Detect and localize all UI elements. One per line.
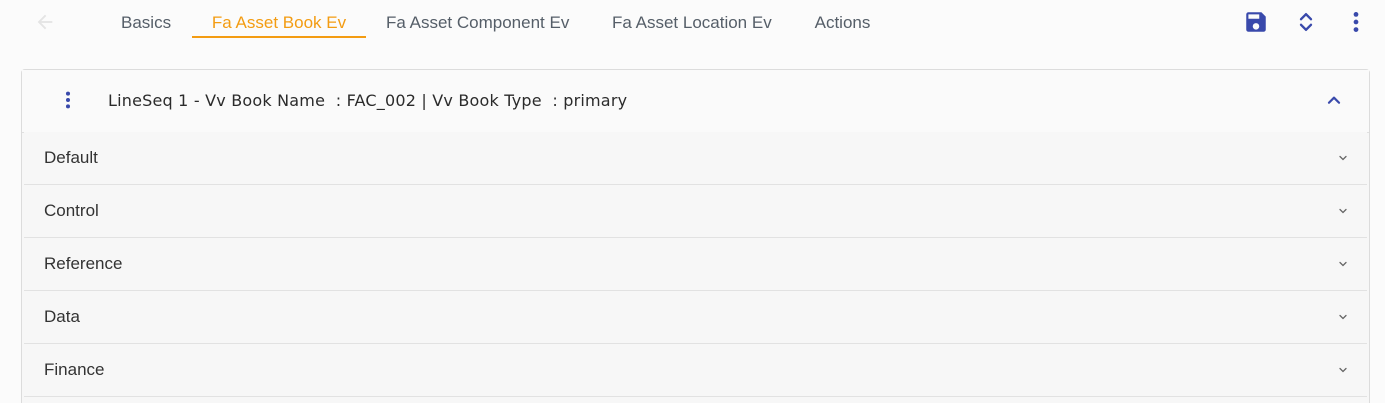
chevron-down-icon: [1337, 152, 1349, 164]
section-finance[interactable]: Finance: [24, 344, 1367, 397]
section-label: Data: [44, 307, 80, 326]
arrow-left-icon: [34, 11, 56, 38]
back-button[interactable]: [30, 11, 60, 37]
section-label: Default: [44, 148, 98, 167]
expand-collapse-button[interactable]: [1292, 10, 1320, 38]
save-button[interactable]: [1242, 10, 1270, 38]
more-vert-icon: [57, 89, 79, 116]
section-label: Reference: [44, 254, 123, 273]
more-options-button[interactable]: [1342, 10, 1370, 38]
page: Basics Fa Asset Book Ev Fa Asset Compone…: [0, 0, 1385, 403]
tab-actions[interactable]: Actions: [814, 0, 871, 40]
section-label: Finance: [44, 360, 105, 379]
unfold-icon: [1293, 9, 1319, 40]
chevron-down-icon: [1337, 258, 1349, 270]
section-data[interactable]: Data: [24, 291, 1367, 344]
section-label: Control: [44, 201, 99, 220]
tab-basics[interactable]: Basics: [121, 0, 171, 40]
card-title: LineSeq 1 - Vv Book Name : FAC_002 | Vv …: [108, 91, 628, 110]
section-reference[interactable]: Reference: [24, 238, 1367, 291]
chevron-down-icon: [1337, 311, 1349, 323]
chevron-down-icon: [1337, 364, 1349, 376]
tab-fa-asset-component-ev[interactable]: Fa Asset Component Ev: [386, 0, 569, 40]
chevron-down-icon: [1337, 205, 1349, 217]
tab-fa-asset-location-ev[interactable]: Fa Asset Location Ev: [612, 0, 772, 40]
collapse-card-button[interactable]: [1322, 90, 1346, 114]
tab-fa-asset-book-ev[interactable]: Fa Asset Book Ev: [192, 0, 366, 40]
section-list: Default Control Reference Data Finance: [24, 132, 1367, 397]
save-icon: [1243, 9, 1269, 40]
card-options-button[interactable]: [56, 90, 80, 114]
more-vert-icon: [1343, 9, 1369, 40]
section-control[interactable]: Control: [24, 185, 1367, 238]
section-default[interactable]: Default: [24, 132, 1367, 185]
record-card: LineSeq 1 - Vv Book Name : FAC_002 | Vv …: [21, 69, 1370, 403]
chevron-up-icon: [1323, 89, 1345, 116]
top-bar: Basics Fa Asset Book Ev Fa Asset Compone…: [0, 0, 1385, 50]
card-header: LineSeq 1 - Vv Book Name : FAC_002 | Vv …: [22, 70, 1369, 133]
